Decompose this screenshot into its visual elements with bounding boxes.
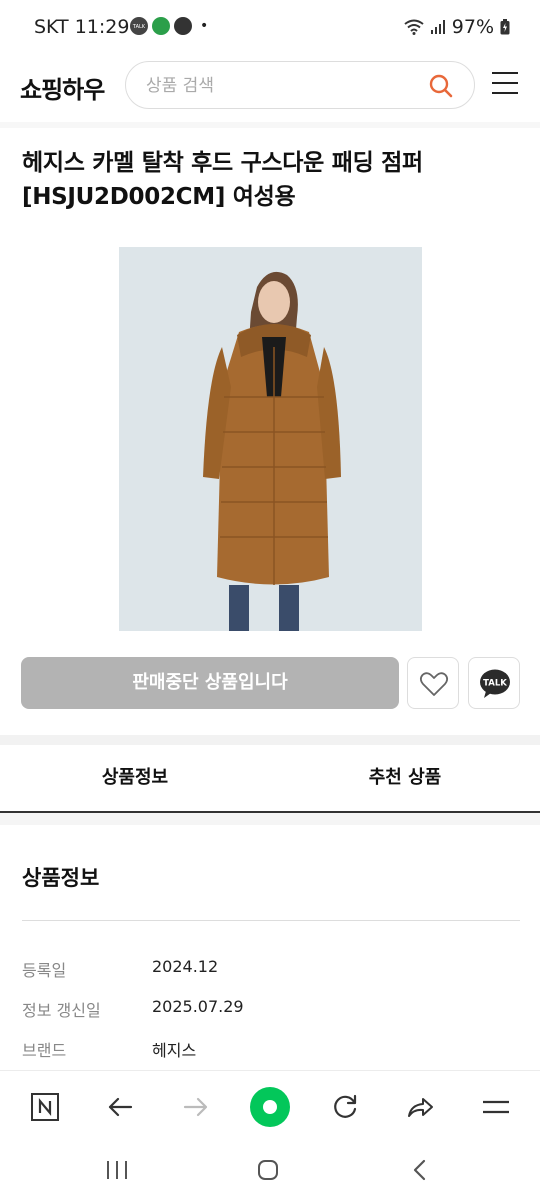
info-value: 2024.12: [152, 957, 219, 976]
product-tabs: 상품정보 추천 상품: [0, 745, 540, 813]
refresh-icon[interactable]: [323, 1085, 367, 1129]
browser-menu-icon[interactable]: [474, 1085, 518, 1129]
status-bar: SKT 11:29 TALK • 97%: [0, 0, 540, 52]
status-dot: •: [200, 18, 209, 34]
search-icon[interactable]: [428, 73, 454, 103]
notification-icons: TALK •: [130, 17, 208, 35]
talk-bubble-icon: TALK: [480, 669, 510, 698]
system-navbar: [0, 1140, 540, 1200]
heart-icon: [419, 672, 449, 696]
talk-button[interactable]: TALK: [468, 657, 520, 709]
forward-arrow-icon[interactable]: [174, 1085, 218, 1129]
section-title: 상품정보: [22, 866, 100, 890]
info-value: 2025.07.29: [152, 997, 244, 1016]
signal-icon: [430, 20, 445, 34]
menu-icon[interactable]: [492, 72, 518, 96]
divider: [0, 813, 540, 825]
tab-product-info[interactable]: 상품정보: [0, 745, 270, 811]
browser-toolbar: [0, 1070, 540, 1141]
soldout-button[interactable]: 판매중단 상품입니다: [21, 657, 399, 709]
divider: [0, 735, 540, 745]
product-image[interactable]: [119, 247, 422, 631]
system-back-icon[interactable]: [400, 1155, 440, 1185]
logo[interactable]: 쇼핑하우: [20, 70, 105, 105]
app-header: 쇼핑하우: [0, 52, 540, 122]
recent-apps-icon[interactable]: [97, 1155, 137, 1185]
battery-percent: 97%: [451, 16, 494, 38]
info-value: 헤지스: [152, 1041, 197, 1060]
green-dot-icon[interactable]: [248, 1085, 292, 1129]
info-key: 브랜드: [22, 1041, 67, 1060]
search-box[interactable]: [125, 61, 475, 109]
status-time: SKT 11:29: [34, 16, 130, 38]
home-icon[interactable]: [248, 1155, 288, 1185]
wifi-icon: [404, 19, 424, 35]
search-input[interactable]: [144, 72, 418, 100]
tab-recommended[interactable]: 추천 상품: [270, 745, 540, 811]
like-button[interactable]: [407, 657, 459, 709]
talk-icon: TALK: [130, 17, 148, 35]
back-arrow-icon[interactable]: [98, 1085, 142, 1129]
bike-icon: [174, 17, 192, 35]
info-key: 정보 갱신일: [22, 1001, 101, 1020]
product-title: 헤지스 카멜 탈착 후드 구스다운 패딩 점퍼 [HSJU2D002CM] 여성…: [22, 150, 423, 210]
talk-label: TALK: [483, 679, 507, 689]
naver-home-icon[interactable]: [23, 1085, 67, 1129]
share-icon[interactable]: [398, 1085, 442, 1129]
status-right: 97%: [404, 16, 510, 38]
battery-icon: [500, 19, 510, 35]
svg-text:TALK: TALK: [132, 24, 146, 30]
location-icon: [152, 17, 170, 35]
divider: [22, 920, 520, 921]
info-key: 등록일: [22, 961, 67, 980]
divider: [0, 122, 540, 128]
